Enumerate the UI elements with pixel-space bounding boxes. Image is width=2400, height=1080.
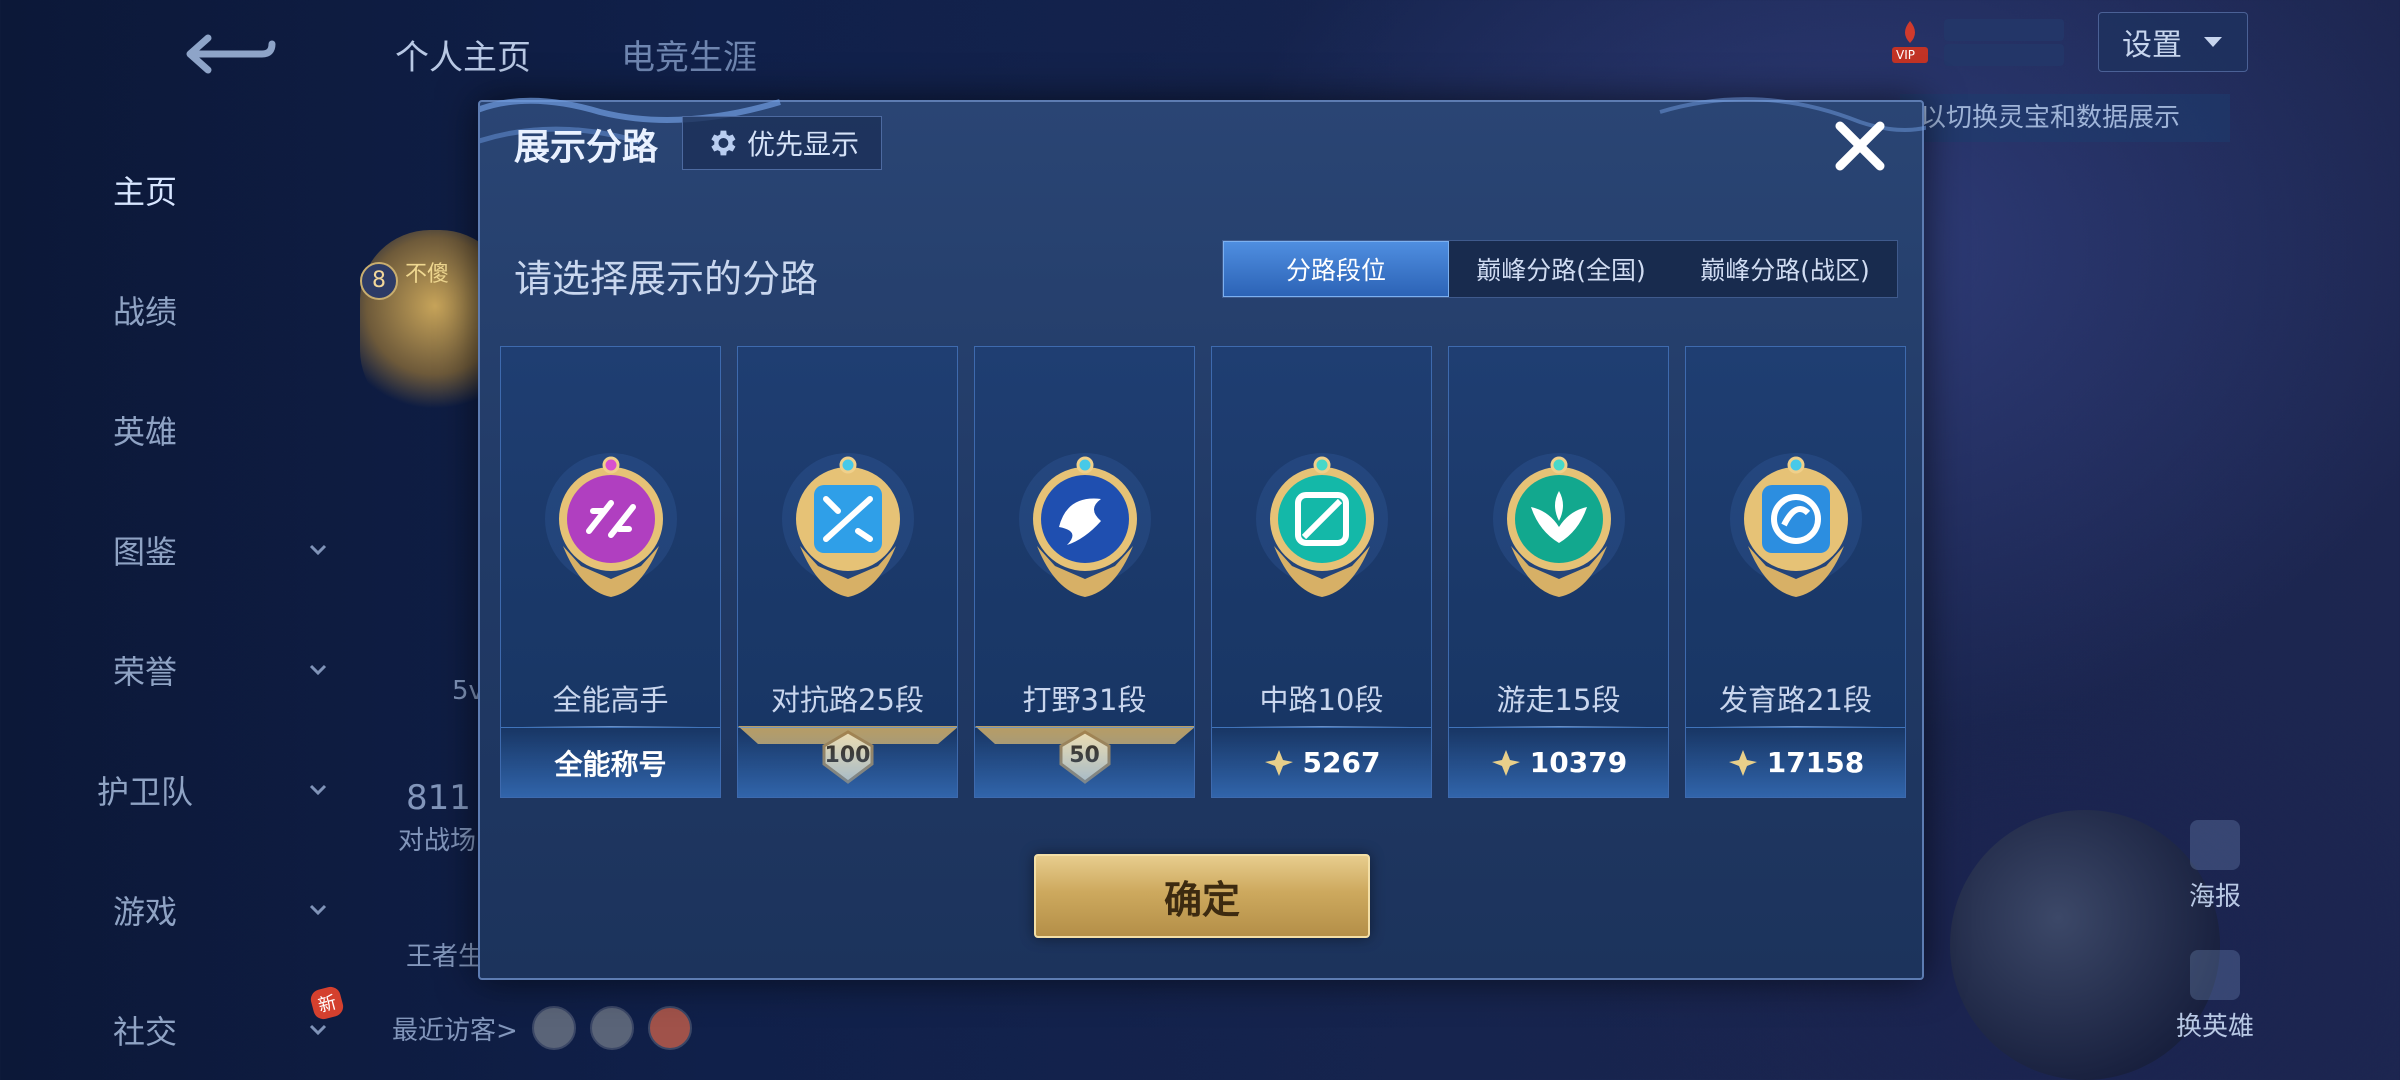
close-button[interactable]	[1830, 116, 1890, 176]
roam-wings-icon	[1493, 453, 1625, 597]
nav-item-heroes[interactable]: 英雄	[0, 370, 350, 490]
nav-item-guard[interactable]: 护卫队	[0, 730, 350, 850]
card-footer	[738, 727, 957, 797]
dialog-title: 展示分路	[514, 127, 659, 168]
nav-label: 主页	[112, 173, 177, 211]
priority-display-button[interactable]: 优先显示	[682, 116, 882, 170]
lane-display-dialog: 展示分路 优先显示 请选择展示的分路 分路段位 巅峰分路(全国) 巅峰分路(战区…	[478, 97, 1926, 980]
lane-score-icon	[1728, 749, 1757, 776]
nav-item-honors[interactable]: 荣誉	[0, 610, 350, 730]
gear-icon	[711, 130, 736, 156]
allround-title-label: 全能称号	[554, 747, 667, 781]
dialog-header: 展示分路 优先显示	[480, 97, 1926, 192]
card-title: 游走15段	[1496, 683, 1621, 717]
lane-score-icon	[1491, 749, 1520, 776]
card-footer: 17158	[1686, 727, 1905, 797]
settings-button[interactable]: 设置	[2098, 12, 2248, 72]
dialog-subtitle: 请选择展示的分路	[514, 257, 819, 301]
visitor-avatar[interactable]	[589, 1006, 634, 1050]
nav-label: 游戏	[112, 893, 177, 931]
back-button[interactable]	[180, 30, 280, 80]
nav-label: 英雄	[112, 413, 177, 451]
nav-label: 荣誉	[112, 653, 177, 691]
new-badge: 新	[308, 984, 346, 1022]
settings-label: 设置	[2122, 28, 2182, 63]
recent-visitors[interactable]: 最近访客>	[392, 1006, 692, 1050]
lane-score-icon	[1264, 749, 1293, 776]
ranking-tabs: 分路段位 巅峰分路(全国) 巅峰分路(战区)	[1222, 240, 1898, 298]
nav-label: 战绩	[112, 293, 177, 331]
lane-card-mid[interactable]: 中路10段 5267	[1211, 346, 1432, 798]
lane-card-roam[interactable]: 游走15段 10379	[1448, 346, 1669, 798]
lane-score: 17158	[1766, 746, 1865, 779]
top-right-bar: VIP 设置	[1890, 12, 2248, 72]
lane-score: 5267	[1302, 746, 1381, 779]
visitor-avatar[interactable]	[531, 1006, 576, 1050]
lane-card-jungle[interactable]: 打野31段 50	[974, 346, 1195, 798]
back-arrow-icon	[186, 34, 276, 74]
card-title: 打野31段	[1022, 683, 1147, 717]
chevron-down-icon	[2204, 37, 2222, 47]
recent-visitors-label: 最近访客>	[392, 1015, 518, 1046]
status-pills	[1944, 16, 2064, 69]
change-hero-button[interactable]: 换英雄	[2170, 950, 2260, 1043]
lane-card-clash[interactable]: 对抗路25段 100	[737, 346, 958, 798]
tab-lane-rank[interactable]: 分路段位	[1223, 241, 1449, 297]
lane-card-farm[interactable]: 发育路21段 17158	[1685, 346, 1906, 798]
poster-button[interactable]: 海报	[2170, 820, 2260, 913]
lane-score: 10379	[1529, 746, 1628, 779]
nav-label: 护卫队	[96, 773, 193, 811]
confirm-label: 确定	[1163, 877, 1240, 922]
chevron-down-icon	[309, 904, 327, 916]
tab-peak-lane-region[interactable]: 巅峰分路(战区)	[1673, 241, 1897, 297]
confirm-button[interactable]: 确定	[1034, 854, 1370, 938]
partial-text: 王者生	[406, 942, 485, 972]
card-footer: 10379	[1449, 727, 1668, 797]
nav-item-home[interactable]: 主页	[0, 130, 350, 250]
partial-text: 对战场	[398, 826, 477, 856]
jungle-dragon-icon	[1019, 453, 1151, 597]
change-hero-icon	[2190, 950, 2240, 1000]
visitor-avatar[interactable]	[647, 1006, 692, 1050]
card-footer: 5267	[1212, 727, 1431, 797]
nav-label: 图鉴	[112, 533, 177, 571]
poster-label: 海报	[2188, 882, 2241, 912]
nav-item-games[interactable]: 游戏	[0, 850, 350, 970]
left-nav: 主页 战绩 英雄 图鉴 荣誉 护卫队 游戏 社交 新	[0, 130, 350, 1080]
status-pill	[1944, 18, 2064, 41]
chevron-down-icon	[309, 664, 327, 676]
chevron-down-icon	[309, 544, 327, 556]
tab-peak-lane-national[interactable]: 巅峰分路(全国)	[1449, 241, 1673, 297]
priority-display-label: 优先显示	[746, 128, 859, 161]
lane-card-allround[interactable]: 全能高手 全能称号	[500, 346, 721, 798]
allround-emblem-icon	[545, 453, 677, 597]
nav-item-social[interactable]: 社交 新	[0, 970, 350, 1080]
mid-lane-icon	[1256, 453, 1388, 597]
hint-bar: 以切换灵宝和数据展示	[1900, 94, 2230, 142]
level-badge: 8	[360, 262, 398, 300]
nav-label: 社交	[112, 1013, 177, 1051]
close-icon	[1835, 121, 1885, 171]
card-title: 全能高手	[552, 683, 669, 717]
player-name-fragment: 不傻	[405, 262, 450, 287]
chevron-down-icon	[309, 1024, 327, 1036]
nav-item-records[interactable]: 战绩	[0, 250, 350, 370]
card-title: 中路10段	[1259, 683, 1384, 717]
card-footer: 全能称号	[501, 727, 720, 797]
lane-cards: 全能高手 全能称号 对抗路25段 100	[500, 346, 1906, 798]
vip-badge[interactable]: VIP	[1890, 17, 1930, 67]
clash-lane-sword-icon	[782, 453, 914, 597]
card-title: 对抗路25段	[771, 683, 924, 717]
status-pill	[1944, 43, 2064, 66]
card-title: 发育路21段	[1719, 683, 1872, 717]
vip-label: VIP	[1896, 48, 1915, 62]
card-footer	[975, 727, 1194, 797]
poster-icon	[2190, 820, 2240, 870]
chevron-down-icon	[309, 784, 327, 796]
change-hero-label: 换英雄	[2175, 1012, 2254, 1042]
partial-text: 811	[406, 778, 471, 818]
farm-lane-icon	[1730, 453, 1862, 597]
nav-item-collection[interactable]: 图鉴	[0, 490, 350, 610]
